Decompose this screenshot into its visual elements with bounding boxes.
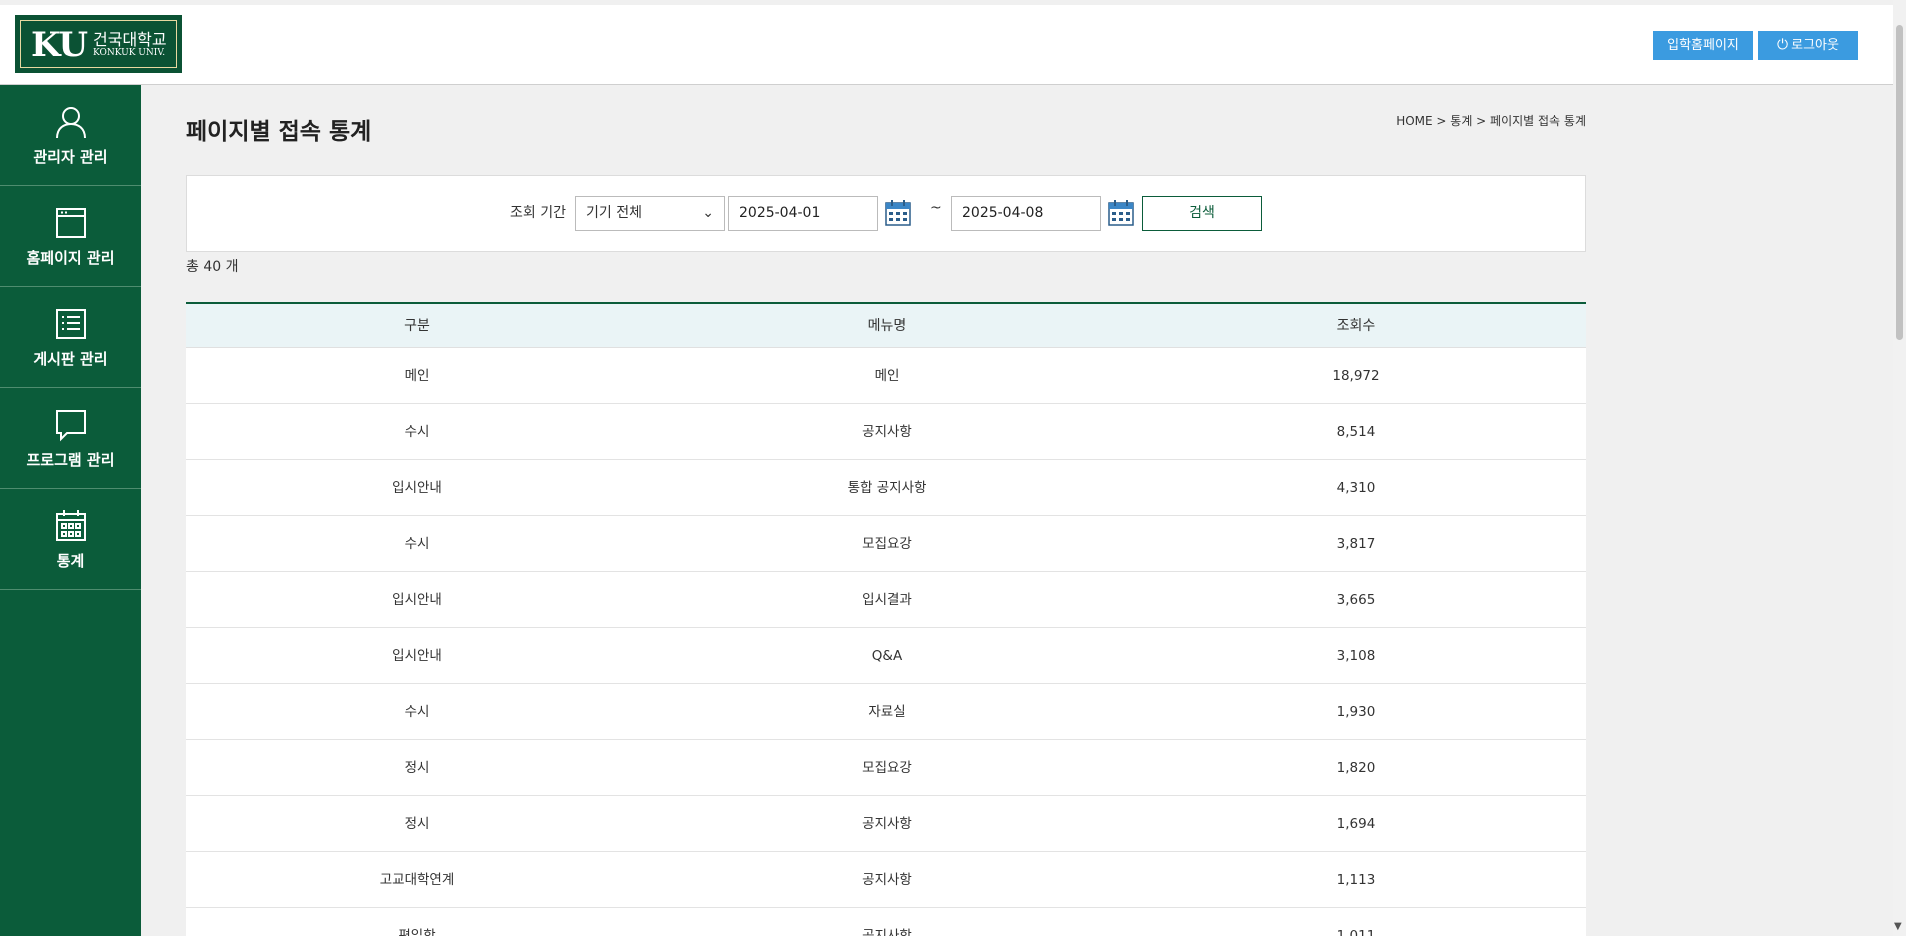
stats-table: 구분 메뉴명 조회수 메인 메인 18,972 수시 공지사항 8,514 입시안내 통합 공…	[186, 302, 1586, 936]
table-row: 메인 메인 18,972	[186, 348, 1586, 404]
cell-category: 편입학	[398, 928, 436, 936]
cell-views: 3,665	[1336, 592, 1376, 608]
cell-category: 입시안내	[392, 592, 442, 608]
sidebar-item-label: 통계	[56, 551, 85, 570]
page-frame: KU 건국대학교 KONKUK UNIV. 입학홈페이지 ⏻ 로그아웃 관리자 관…	[0, 0, 1906, 936]
breadcrumb: HOME > 통계 > 페이지별 접속 통계	[1396, 114, 1586, 128]
device-select[interactable]: 기기 전체 ⌄	[575, 196, 725, 231]
cell-views: 1,113	[1336, 872, 1376, 888]
scroll-down-arrow-icon[interactable]: ▼	[1894, 921, 1902, 932]
table-row: 입시안내 Q&A 3,108	[186, 628, 1586, 684]
sidebar: 관리자 관리 홈페이지 관리 게시판 관리 프로그램 관리 통계	[0, 85, 141, 936]
cell-menu-name: 통합 공지사항	[847, 480, 927, 496]
logo-korean-name: 건국대학교	[93, 30, 167, 49]
cell-views: 3,817	[1336, 536, 1376, 552]
date-range-separator: ~	[930, 200, 942, 216]
cell-category: 고교대학연계	[379, 872, 455, 888]
list-icon	[55, 308, 86, 339]
cell-category: 정시	[404, 760, 430, 776]
cell-views: 3,108	[1336, 648, 1376, 664]
admission-homepage-button[interactable]: 입학홈페이지	[1653, 31, 1753, 60]
calendar-picker-icon[interactable]	[884, 199, 912, 227]
calendar-icon	[55, 509, 86, 541]
device-select-value: 기기 전체	[586, 205, 642, 221]
cell-menu-name: 모집요강	[862, 760, 912, 776]
cell-menu-name: 모집요강	[862, 536, 912, 552]
cell-menu-name: 공지사항	[862, 872, 912, 888]
chevron-down-icon: ⌄	[702, 205, 714, 221]
period-label: 조회 기간	[510, 205, 566, 221]
sidebar-item-program[interactable]: 프로그램 관리	[0, 388, 141, 489]
table-header: 구분 메뉴명 조회수	[186, 304, 1586, 348]
sidebar-item-label: 프로그램 관리	[26, 450, 115, 469]
cell-views: 1,694	[1336, 816, 1376, 832]
sidebar-item-label: 관리자 관리	[33, 147, 108, 166]
table-row: 입시안내 통합 공지사항 4,310	[186, 460, 1586, 516]
table-body: 메인 메인 18,972 수시 공지사항 8,514 입시안내 통합 공지사항 4,310 수시 모…	[186, 348, 1586, 936]
power-icon: ⏻	[1777, 37, 1789, 53]
page-title: 페이지별 접속 통계	[186, 119, 372, 145]
scrollbar-thumb[interactable]	[1896, 25, 1903, 340]
cell-category: 수시	[404, 536, 430, 552]
table-row: 정시 모집요강 1,820	[186, 740, 1586, 796]
chat-icon	[55, 409, 86, 441]
cell-views: 1,820	[1336, 760, 1376, 776]
table-row: 수시 자료실 1,930	[186, 684, 1586, 740]
sidebar-item-admin[interactable]: 관리자 관리	[0, 85, 141, 186]
cell-menu-name: 공지사항	[862, 816, 912, 832]
cell-menu-name: 자료실	[868, 704, 906, 720]
cell-menu-name: 공지사항	[862, 928, 912, 936]
logout-button[interactable]: ⏻ 로그아웃	[1758, 31, 1858, 60]
cell-menu-name: 공지사항	[862, 424, 912, 440]
end-date-input[interactable]: 2025-04-08	[951, 196, 1101, 231]
cell-category: 정시	[404, 816, 430, 832]
header-category: 구분	[404, 318, 430, 334]
sidebar-item-board[interactable]: 게시판 관리	[0, 287, 141, 388]
cell-views: 1,011	[1336, 928, 1376, 936]
cell-category: 입시안내	[392, 648, 442, 664]
cell-views: 18,972	[1332, 368, 1380, 384]
top-header: KU 건국대학교 KONKUK UNIV. 입학홈페이지 ⏻ 로그아웃	[0, 5, 1893, 85]
cell-views: 4,310	[1336, 480, 1376, 496]
cell-category: 수시	[404, 704, 430, 720]
logo-english-name: KONKUK UNIV.	[93, 48, 166, 58]
cell-views: 1,930	[1336, 704, 1376, 720]
konkuk-logo[interactable]: KU 건국대학교 KONKUK UNIV.	[15, 15, 182, 73]
table-row: 수시 모집요강 3,817	[186, 516, 1586, 572]
logo-mark: KU	[31, 25, 88, 65]
calendar-picker-icon[interactable]	[1107, 199, 1135, 227]
cell-menu-name: Q&A	[871, 648, 903, 664]
sidebar-item-statistics[interactable]: 통계	[0, 489, 141, 590]
total-count: 총 40 개	[186, 259, 239, 275]
table-row: 편입학 공지사항 1,011	[186, 908, 1586, 936]
cell-category: 수시	[404, 424, 430, 440]
window-icon	[55, 207, 86, 238]
sidebar-item-label: 홈페이지 관리	[26, 248, 115, 267]
start-date-input[interactable]: 2025-04-01	[728, 196, 878, 231]
table-row: 수시 공지사항 8,514	[186, 404, 1586, 460]
header-menu-name: 메뉴명	[867, 318, 907, 334]
table-row: 고교대학연계 공지사항 1,113	[186, 852, 1586, 908]
cell-category: 입시안내	[392, 480, 442, 496]
sidebar-item-homepage[interactable]: 홈페이지 관리	[0, 186, 141, 287]
table-row: 입시안내 입시결과 3,665	[186, 572, 1586, 628]
cell-menu-name: 메인	[874, 368, 900, 384]
user-icon	[55, 106, 86, 138]
vertical-scrollbar[interactable]: ▼	[1893, 0, 1906, 936]
table-row: 정시 공지사항 1,694	[186, 796, 1586, 852]
header-views: 조회수	[1336, 318, 1376, 334]
search-panel: 조회 기간 기기 전체 ⌄ 2025-04-01 ~ 2025-04-08 검색	[186, 175, 1586, 252]
search-button[interactable]: 검색	[1142, 196, 1262, 231]
cell-menu-name: 입시결과	[862, 592, 912, 608]
sidebar-item-label: 게시판 관리	[33, 349, 108, 368]
cell-views: 8,514	[1336, 424, 1376, 440]
logout-label: 로그아웃	[1791, 38, 1839, 53]
cell-category: 메인	[404, 368, 430, 384]
